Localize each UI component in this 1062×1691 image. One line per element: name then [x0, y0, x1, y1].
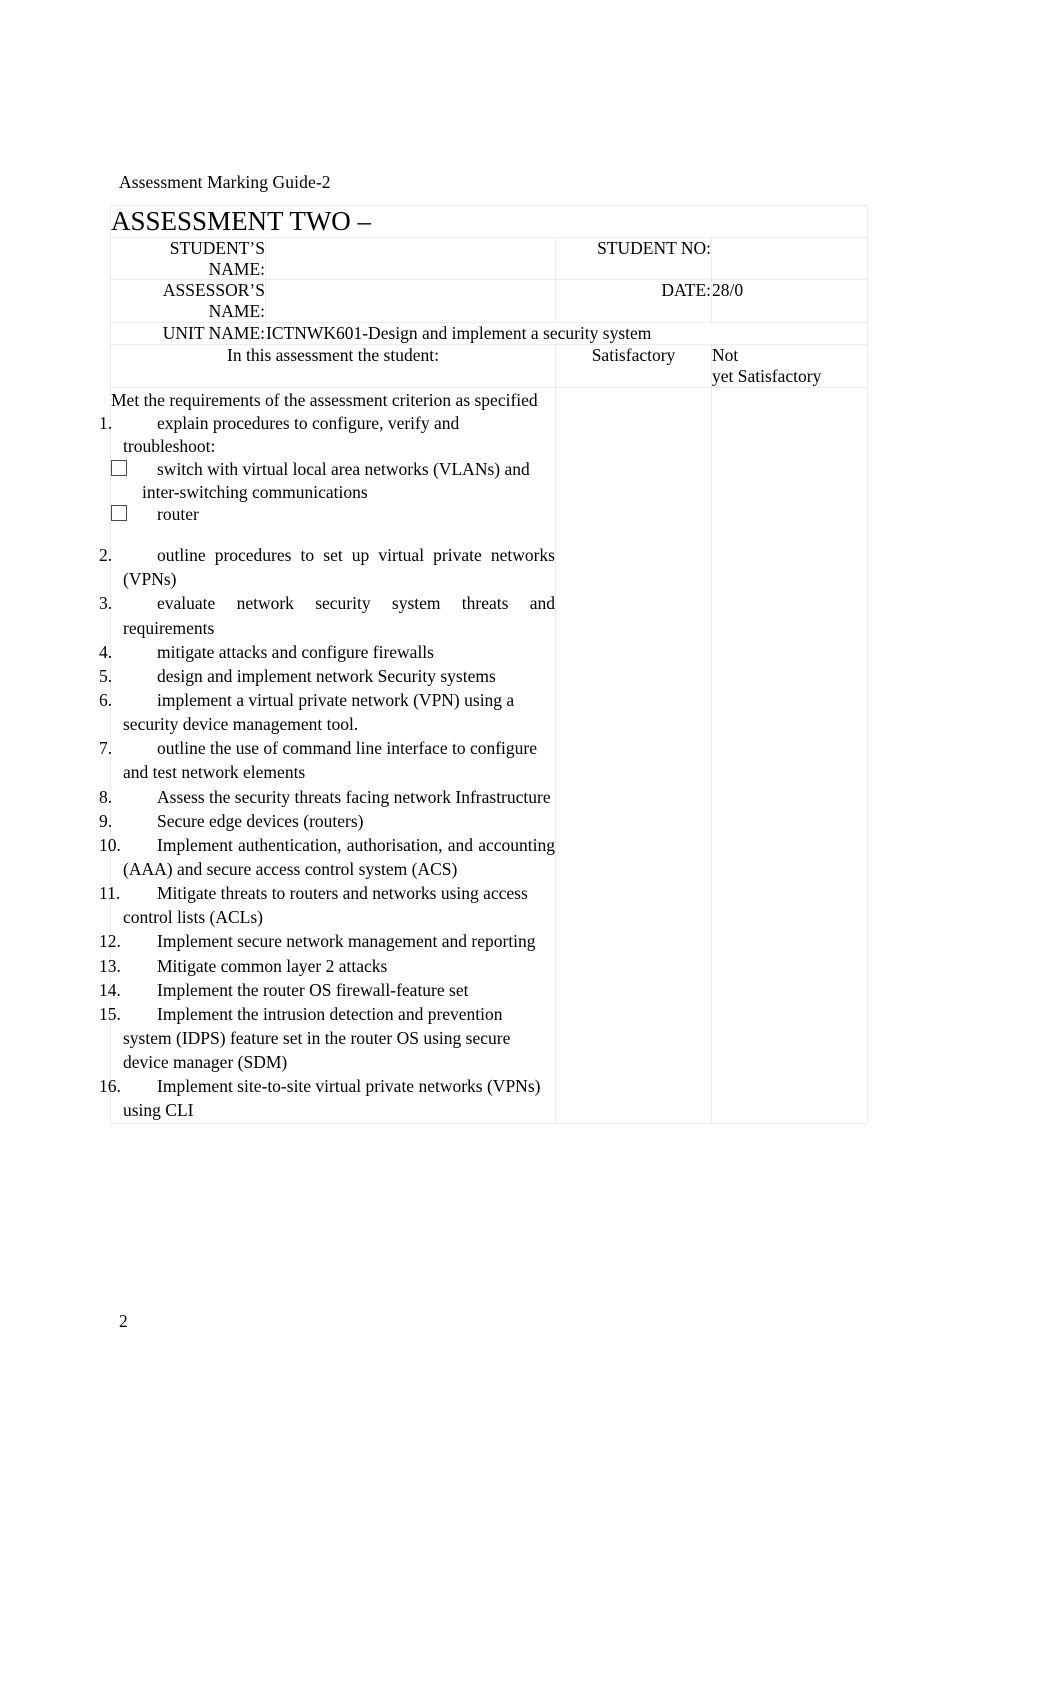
- criteria-item-12-number: 12.: [99, 931, 121, 952]
- criteria-item-13-text: Mitigate common layer 2 attacks: [157, 955, 388, 976]
- criteria-item-16-text: Implement site-to-site virtual private n…: [123, 1076, 541, 1121]
- criteria-item-13-number: 13.: [99, 955, 121, 976]
- criteria-item-1-subitem-1: switch with virtual local area networks …: [111, 458, 555, 504]
- criteria-item-11: 11. Mitigate threats to routers and netwo…: [99, 881, 555, 929]
- criteria-item-16: 16. Implement site-to-site virtual privat…: [99, 1074, 555, 1122]
- criteria-item-1-number: 1.: [99, 413, 113, 434]
- criteria-intro: Met the requirements of the assessment c…: [111, 390, 538, 411]
- satisfactory-column-header: Satisfactory: [555, 343, 712, 389]
- student-no-field[interactable]: [710, 237, 869, 281]
- criteria-item-9-number: 9.: [99, 810, 113, 831]
- criteria-item-14-number: 14.: [99, 979, 121, 1000]
- criteria-item-1-subitem-2: router: [111, 503, 555, 526]
- student-no-label: STUDENT NO:: [555, 237, 712, 281]
- criteria-item-7-number: 7.: [99, 738, 113, 759]
- criteria-item-11-text: Mitigate threats to routers and networks…: [123, 883, 528, 928]
- criteria-item-4: 4. mitigate attacks and configure firewal…: [99, 640, 555, 664]
- table-row-title: ASSESSMENT TWO –: [109, 204, 869, 239]
- running-header: Assessment Marking Guide-2: [119, 172, 331, 192]
- criteria-item-1-text: explain procedures to configure, verify …: [123, 413, 460, 457]
- criteria-item-4-number: 4.: [99, 641, 113, 662]
- criteria-item-9: 9. Secure edge devices (routers): [99, 809, 555, 833]
- not-yet-satisfactory-marking-cell[interactable]: [710, 387, 869, 1124]
- criteria-spacer: [111, 526, 555, 543]
- criteria-item-2: 2. outline procedures to set up virtual p…: [99, 543, 555, 591]
- criteria-item-5-number: 5.: [99, 665, 113, 686]
- criteria-item-10-text: Implement authentication, authorisation,…: [123, 834, 555, 880]
- criteria-item-6-text: implement a virtual private network (VPN…: [123, 690, 515, 735]
- assessor-name-label: ASSESSOR’S NAME:: [110, 279, 266, 323]
- date-label: DATE:: [555, 279, 712, 323]
- not-yet-satisfactory-column-header: Not yet Satisfactory: [710, 343, 869, 389]
- student-name-label: STUDENT’S NAME:: [110, 237, 266, 281]
- bullet-box-icon: [111, 459, 127, 476]
- criteria-item-5: 5. design and implement network Security …: [99, 664, 555, 688]
- criteria-item-1-subitem-1-text: switch with virtual local area networks …: [142, 458, 530, 502]
- criteria-item-14: 14. Implement the router OS firewall-feat…: [99, 978, 555, 1002]
- criteria-item-1-subitem-2-text: router: [157, 504, 199, 525]
- criteria-item-12: 12. Implement secure network management a…: [99, 929, 555, 953]
- not-yet-satisfactory-line1: Not: [712, 344, 739, 365]
- criteria-item-10: 10. Implement authentication, authorisati…: [99, 833, 555, 881]
- criteria-item-13: 13. Mitigate common layer 2 attacks: [99, 954, 555, 978]
- document-page: Assessment Marking Guide-2 ASSESSMENT TW…: [0, 0, 1062, 1691]
- table-row-criteria: Met the requirements of the assessment c…: [99, 387, 869, 1124]
- criteria-item-7: 7. outline the use of command line interf…: [99, 736, 555, 784]
- criteria-item-16-number: 16.: [99, 1076, 121, 1097]
- unit-name-label: UNIT NAME:: [110, 321, 266, 345]
- criteria-item-3-text: evaluate network security system threats…: [123, 593, 555, 638]
- criteria-item-3: 3. evaluate network security system threa…: [99, 591, 555, 639]
- date-field[interactable]: 28/0: [710, 279, 869, 323]
- unit-name-value: ICTNWK601-Design and implement a securit…: [264, 321, 869, 345]
- assessment-marking-table: ASSESSMENT TWO – STUDENT’S NAME: STUDENT…: [99, 204, 869, 1124]
- assessment-title: ASSESSMENT TWO –: [109, 204, 869, 239]
- criteria-item-2-number: 2.: [99, 545, 113, 566]
- assessor-name-field[interactable]: [265, 279, 556, 323]
- bullet-box-icon: [111, 505, 127, 522]
- criteria-item-15: 15. Implement the intrusion detection and…: [99, 1002, 555, 1074]
- criteria-item-10-number: 10.: [99, 834, 121, 855]
- satisfactory-marking-cell[interactable]: [555, 387, 712, 1124]
- page-number: 2: [119, 1311, 128, 1331]
- not-yet-satisfactory-line2: yet Satisfactory: [712, 365, 822, 386]
- criteria-item-9-text: Secure edge devices (routers): [157, 810, 364, 831]
- criteria-item-8: 8. Assess the security threats facing net…: [99, 785, 555, 809]
- table-row-column-headers: In this assessment the student: Satisfac…: [110, 343, 869, 389]
- criteria-column-header: In this assessment the student:: [110, 343, 556, 389]
- criteria-item-11-number: 11.: [99, 883, 121, 904]
- table-row-unit: UNIT NAME: ICTNWK601-Design and implemen…: [110, 321, 869, 345]
- criteria-item-12-text: Implement secure network management and …: [157, 931, 536, 952]
- criteria-item-15-number: 15.: [99, 1003, 121, 1024]
- criteria-item-15-text: Implement the intrusion detection and pr…: [123, 1003, 511, 1073]
- criteria-item-3-number: 3.: [99, 593, 113, 614]
- criteria-item-1: 1. explain procedures to configure, verif…: [99, 412, 555, 458]
- criteria-item-7-text: outline the use of command line interfac…: [123, 738, 538, 783]
- student-name-field[interactable]: [265, 237, 556, 281]
- criteria-item-8-number: 8.: [99, 786, 113, 807]
- criteria-item-6-number: 6.: [99, 690, 113, 711]
- criteria-item-14-text: Implement the router OS firewall-feature…: [157, 979, 469, 1000]
- table-row-student: STUDENT’S NAME: STUDENT NO:: [110, 237, 869, 281]
- criteria-item-2-text: outline procedures to set up virtual pri…: [123, 545, 555, 590]
- criteria-item-5-text: design and implement network Security sy…: [157, 665, 496, 686]
- table-row-assessor: ASSESSOR’S NAME: DATE: 28/0: [110, 279, 869, 323]
- criteria-item-8-text: Assess the security threats facing netwo…: [157, 786, 551, 807]
- criteria-item-6: 6. implement a virtual private network (V…: [99, 688, 555, 736]
- criteria-list-cell: Met the requirements of the assessment c…: [99, 387, 556, 1124]
- criteria-item-4-text: mitigate attacks and configure firewalls: [157, 641, 434, 662]
